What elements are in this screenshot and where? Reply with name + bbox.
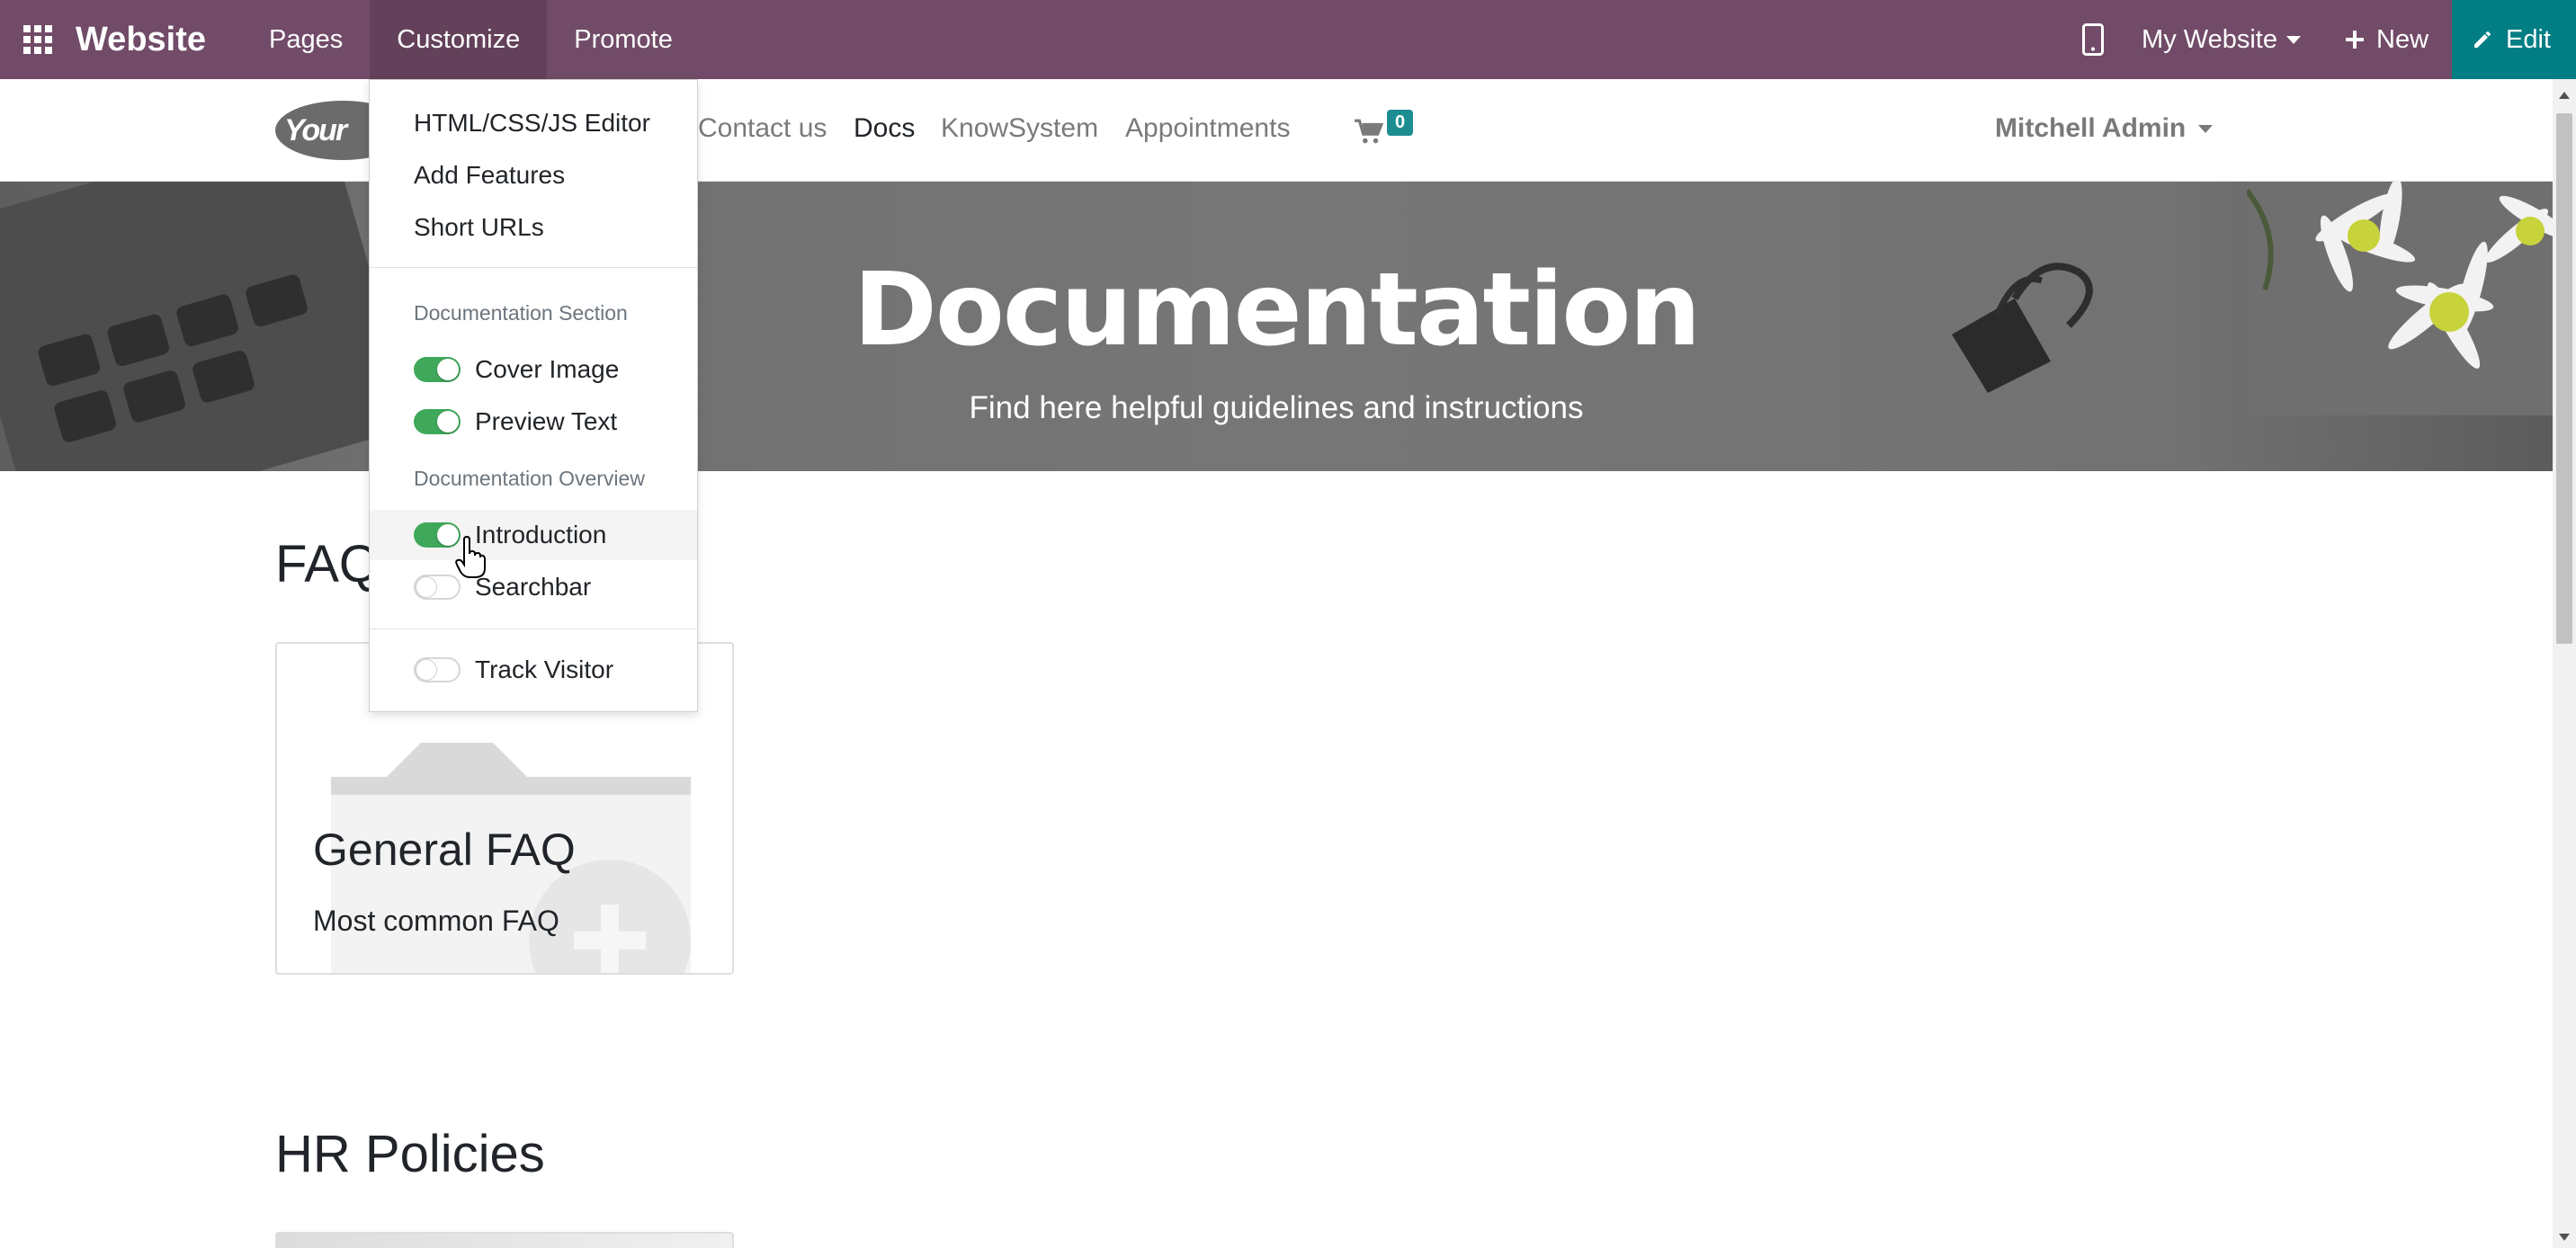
menu-customize[interactable]: Customize	[370, 0, 548, 79]
cart-count-badge: 0	[1387, 110, 1414, 136]
website-switcher[interactable]: My Website	[2120, 25, 2326, 55]
website-switcher-label: My Website	[2142, 24, 2277, 54]
nav-appointments[interactable]: Appointments	[1125, 113, 1290, 144]
user-menu[interactable]: Mitchell Admin	[1995, 113, 2214, 144]
scroll-down-arrow-icon[interactable]	[2559, 1234, 2570, 1241]
toggle-switch	[414, 409, 461, 434]
section-title-hr-policies: HR Policies	[275, 1125, 545, 1183]
plus-icon	[2346, 31, 2364, 49]
toggle-track-visitor[interactable]: Track Visitor	[370, 645, 697, 695]
toggle-preview-text[interactable]: Preview Text	[370, 397, 697, 447]
toggle-switch	[414, 357, 461, 382]
toggle-label: Searchbar	[475, 573, 592, 601]
caret-down-icon	[2198, 124, 2214, 133]
logo-text: Your	[284, 112, 347, 147]
scroll-thumb[interactable]	[2556, 113, 2572, 644]
toggle-searchbar[interactable]: Searchbar	[370, 562, 697, 612]
toggle-switch	[414, 575, 461, 600]
new-button[interactable]: New	[2326, 25, 2452, 55]
cart-link[interactable]: 0	[1353, 110, 1414, 147]
menu-add-features[interactable]: Add Features	[370, 150, 697, 201]
shopping-cart-icon	[1355, 119, 1383, 144]
edit-button[interactable]: Edit	[2452, 0, 2576, 79]
page-scrollbar[interactable]	[2553, 79, 2576, 1248]
toggle-switch	[414, 522, 461, 548]
admin-topbar: Website Pages Customize Promote My Websi…	[0, 0, 2576, 79]
edit-button-label: Edit	[2506, 24, 2551, 54]
caret-down-icon	[2286, 35, 2301, 44]
section-title-faq: FAQ	[275, 535, 380, 593]
apps-grid-icon[interactable]	[0, 0, 76, 79]
menu-promote[interactable]: Promote	[547, 0, 700, 79]
nav-knowsystem[interactable]: KnowSystem	[941, 113, 1098, 144]
menu-html-css-js-editor[interactable]: HTML/CSS/JS Editor	[370, 98, 697, 148]
customize-dropdown: HTML/CSS/JS Editor Add Features Short UR…	[369, 79, 698, 712]
hand-cursor-icon	[455, 536, 486, 578]
nav-docs[interactable]: Docs	[854, 113, 915, 144]
toggle-label: Cover Image	[475, 355, 620, 383]
new-button-label: New	[2376, 24, 2429, 54]
toggle-switch	[414, 657, 461, 682]
scroll-up-arrow-icon[interactable]	[2559, 92, 2570, 99]
toggle-label: Track Visitor	[475, 655, 614, 683]
mobile-preview-icon[interactable]	[2066, 0, 2120, 79]
pencil-icon	[2474, 31, 2491, 48]
toggle-label: Preview Text	[475, 407, 618, 435]
toggle-cover-image[interactable]: Cover Image	[370, 344, 697, 395]
header-documentation-section: Documentation Section	[414, 301, 628, 325]
app-brand[interactable]: Website	[76, 21, 206, 59]
doc-card-hr-policies[interactable]	[275, 1232, 734, 1248]
menu-divider	[370, 267, 697, 268]
menu-pages[interactable]: Pages	[242, 0, 370, 79]
header-documentation-overview: Documentation Overview	[414, 467, 645, 490]
toggle-introduction[interactable]: Introduction	[370, 510, 697, 560]
toggle-label: Introduction	[475, 521, 607, 548]
menu-short-urls[interactable]: Short URLs	[370, 202, 697, 253]
nav-contact-us[interactable]: Contact us	[698, 113, 827, 144]
card-description: Most common FAQ	[313, 905, 559, 937]
card-title: General FAQ	[313, 825, 576, 875]
user-name: Mitchell Admin	[1995, 113, 2187, 143]
menu-divider	[370, 628, 697, 629]
